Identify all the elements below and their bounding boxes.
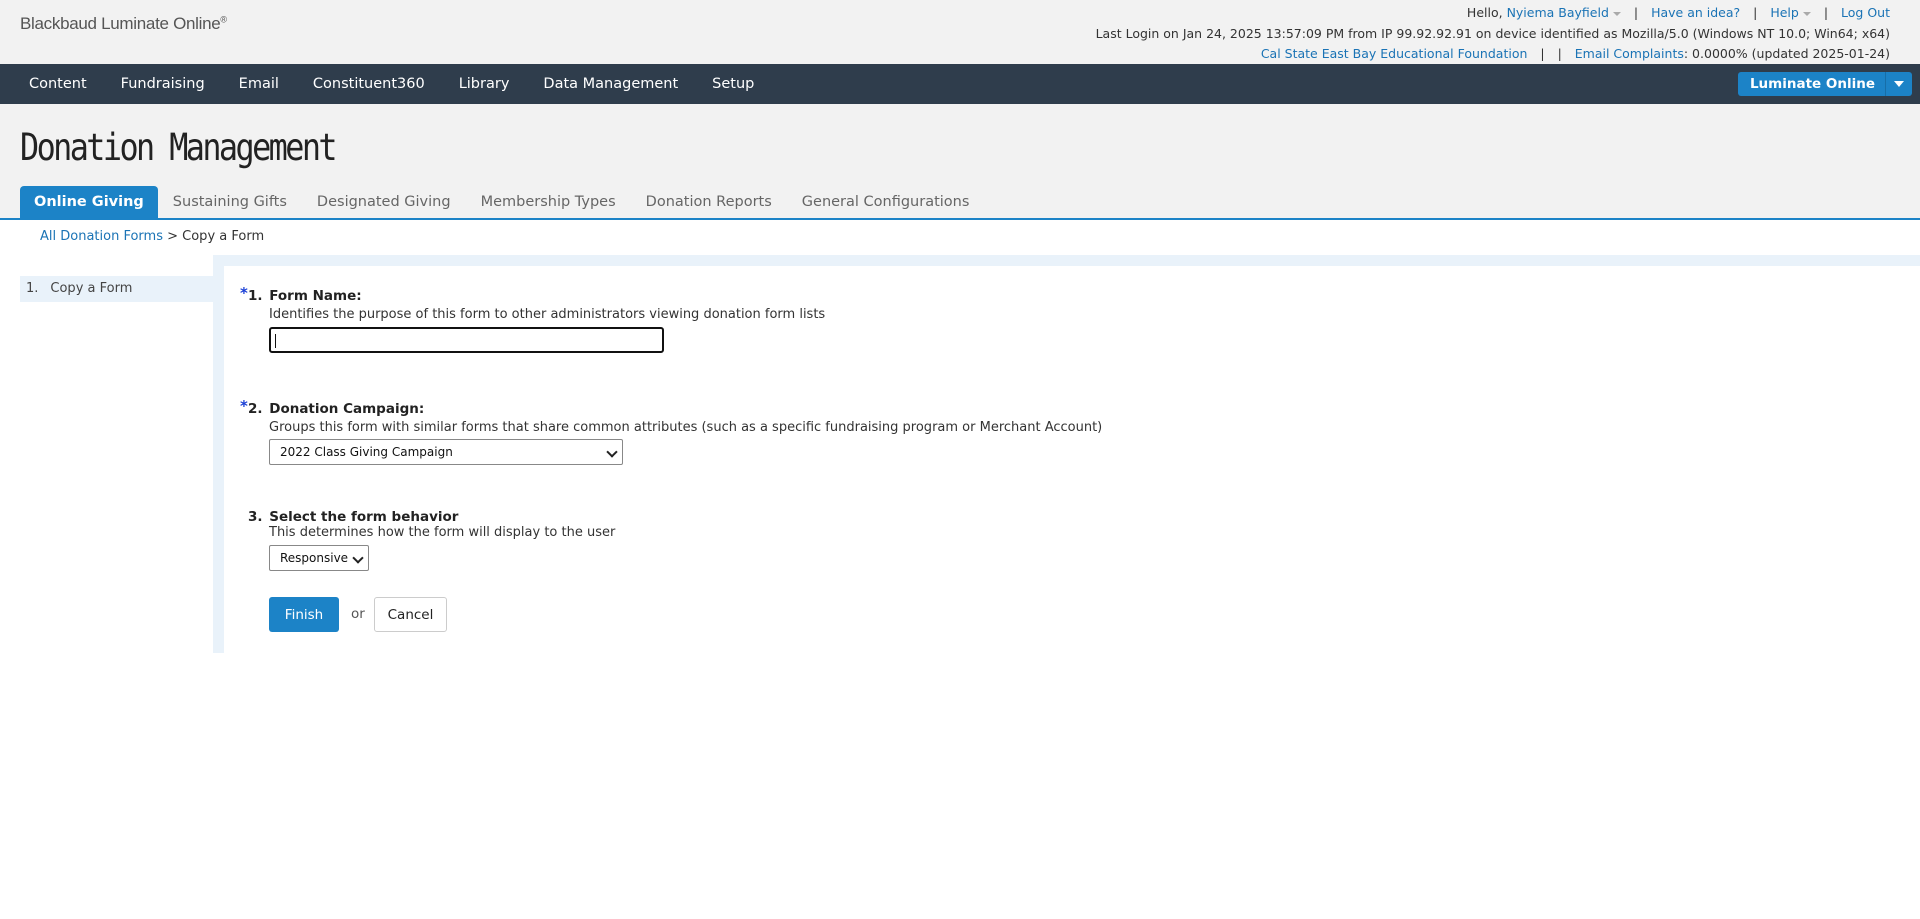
chevron-down-icon bbox=[606, 446, 618, 458]
form-behavior-select[interactable]: Responsive bbox=[269, 545, 369, 571]
nav-item-data-management[interactable]: Data Management bbox=[526, 64, 695, 104]
nav-item-content[interactable]: Content bbox=[12, 64, 104, 104]
breadcrumb-separator: > bbox=[162, 229, 183, 244]
donation-campaign-label: 2. Donation Campaign: bbox=[248, 401, 424, 417]
product-switcher-dropdown[interactable] bbox=[1885, 72, 1912, 96]
step-number: 1. bbox=[26, 281, 39, 296]
cancel-button[interactable]: Cancel bbox=[374, 597, 447, 632]
step-label: Copy a Form bbox=[50, 281, 133, 296]
donation-campaign-select[interactable]: 2022 Class Giving Campaign bbox=[269, 439, 623, 465]
divider: | bbox=[1823, 5, 1829, 20]
chevron-down-icon[interactable] bbox=[1802, 11, 1811, 16]
greeting-text: Hello, bbox=[1466, 5, 1507, 20]
form-name-input[interactable] bbox=[269, 327, 664, 353]
form-name-label: 1. Form Name: bbox=[248, 288, 362, 304]
form-name-help: Identifies the purpose of this form to o… bbox=[269, 307, 826, 322]
nav-item-constituent360[interactable]: Constituent360 bbox=[296, 64, 442, 104]
utility-links: Hello, Nyiema Bayfield | Have an idea? |… bbox=[1096, 3, 1890, 65]
tab-donation-reports[interactable]: Donation Reports bbox=[631, 186, 787, 218]
logo[interactable]: Blackbaud Luminate Online® bbox=[20, 14, 227, 34]
tab-general-configurations[interactable]: General Configurations bbox=[787, 186, 985, 218]
required-marker: * bbox=[240, 284, 248, 302]
wizard-steps-sidebar: 1. Copy a Form bbox=[20, 276, 213, 302]
organization-link[interactable]: Cal State East Bay Educational Foundatio… bbox=[1261, 46, 1528, 61]
sidebar-item-copy-a-form[interactable]: 1. Copy a Form bbox=[20, 276, 213, 302]
breadcrumb-all-donation-forms[interactable]: All Donation Forms bbox=[40, 229, 163, 244]
tab-membership-types[interactable]: Membership Types bbox=[466, 186, 631, 218]
utility-row-1: Hello, Nyiema Bayfield | Have an idea? |… bbox=[1096, 3, 1890, 24]
selected-value: Responsive bbox=[280, 551, 349, 565]
user-menu-link[interactable]: Nyiema Bayfield bbox=[1507, 5, 1609, 20]
product-switcher-button[interactable]: Luminate Online bbox=[1737, 72, 1912, 96]
divider: | bbox=[1753, 5, 1758, 20]
chevron-down-icon bbox=[352, 552, 364, 564]
email-complaints-link[interactable]: Email Complaints bbox=[1575, 46, 1684, 61]
question-number: 2. bbox=[248, 401, 263, 417]
chevron-down-icon[interactable] bbox=[1612, 11, 1621, 16]
question-label: Select the form behavior bbox=[269, 509, 459, 525]
selected-value: 2022 Class Giving Campaign bbox=[280, 445, 453, 459]
breadcrumb: All Donation Forms > Copy a Form bbox=[40, 229, 264, 244]
tab-sustaining-gifts[interactable]: Sustaining Gifts bbox=[158, 186, 302, 218]
form-behavior-label: 3. Select the form behavior bbox=[248, 509, 458, 525]
donation-campaign-help: Groups this form with similar forms that… bbox=[269, 420, 1103, 435]
breadcrumb-current: Copy a Form bbox=[182, 229, 265, 244]
divider: | bbox=[1633, 5, 1639, 20]
top-header: Blackbaud Luminate Online® Hello, Nyiema… bbox=[0, 0, 1920, 64]
tab-online-giving[interactable]: Online Giving bbox=[20, 186, 158, 218]
help-menu-link[interactable]: Help bbox=[1770, 5, 1799, 20]
section-tabs: Online Giving Sustaining Gifts Designate… bbox=[20, 186, 984, 218]
title-bar: Donation Management Online Giving Sustai… bbox=[0, 104, 1920, 220]
tab-designated-giving[interactable]: Designated Giving bbox=[302, 186, 466, 218]
or-text: or bbox=[351, 606, 365, 622]
form-behavior-help: This determines how the form will displa… bbox=[269, 525, 616, 540]
text-cursor bbox=[275, 334, 276, 348]
question-number: 3. bbox=[248, 509, 263, 525]
nav-item-email[interactable]: Email bbox=[222, 64, 296, 104]
divider: | bbox=[1540, 46, 1545, 61]
question-number: 1. bbox=[248, 288, 263, 304]
required-marker: * bbox=[240, 397, 248, 415]
main-nav: Content Fundraising Email Constituent360… bbox=[0, 64, 1920, 104]
product-switcher-label: Luminate Online bbox=[1749, 76, 1875, 92]
nav-item-fundraising[interactable]: Fundraising bbox=[104, 64, 222, 104]
question-label: Donation Campaign: bbox=[269, 401, 425, 417]
logout-link[interactable]: Log Out bbox=[1841, 5, 1890, 20]
logo-registered-mark: ® bbox=[220, 14, 227, 25]
question-label: Form Name: bbox=[269, 288, 362, 304]
finish-button[interactable]: Finish bbox=[269, 597, 339, 632]
divider: | bbox=[1557, 46, 1562, 61]
last-login-text: Last Login on Jan 24, 2025 13:57:09 PM f… bbox=[1095, 25, 1890, 41]
page-title: Donation Management bbox=[20, 126, 338, 169]
chevron-down-icon bbox=[1894, 81, 1904, 87]
utility-row-3: Cal State East Bay Educational Foundatio… bbox=[1096, 44, 1890, 65]
email-complaints-value: : 0.0000% (updated 2025-01-24) bbox=[1683, 46, 1890, 61]
content-frame: * 1. Form Name: Identifies the purpose o… bbox=[213, 255, 1920, 653]
copy-form-panel: * 1. Form Name: Identifies the purpose o… bbox=[224, 266, 1920, 653]
logo-text: Blackbaud Luminate Online bbox=[20, 14, 221, 33]
nav-item-library[interactable]: Library bbox=[442, 64, 527, 104]
nav-item-setup[interactable]: Setup bbox=[695, 64, 771, 104]
have-an-idea-link[interactable]: Have an idea? bbox=[1651, 5, 1740, 20]
